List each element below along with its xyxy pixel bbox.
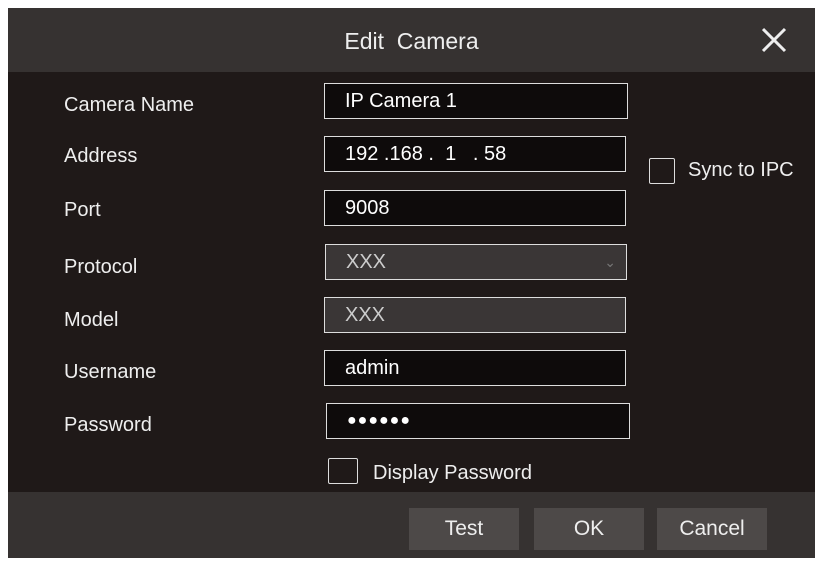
dialog-title: Edit Camera — [344, 28, 479, 54]
username-label: Username — [64, 361, 157, 383]
dialog-footer: Test OK Cancel — [8, 492, 815, 558]
address-input[interactable]: 192 .168 . 1 . 58 — [324, 136, 626, 172]
test-button[interactable]: Test — [409, 508, 519, 550]
password-input[interactable]: ●●●●●● — [326, 403, 630, 439]
address-label: Address — [64, 145, 138, 167]
sync-to-ipc-label: Sync to IPC — [688, 159, 794, 181]
protocol-label: Protocol — [64, 256, 138, 278]
port-input[interactable]: 9008 — [324, 190, 626, 226]
port-label: Port — [64, 199, 101, 221]
camera-name-label: Camera Name — [64, 94, 195, 116]
dialog-title-bar: Edit Camera — [8, 8, 815, 72]
protocol-select[interactable]: XXX ⌄ — [325, 244, 627, 280]
chevron-down-icon: ⌄ — [604, 254, 616, 270]
display-password-label: Display Password — [373, 462, 532, 484]
camera-name-input[interactable]: IP Camera 1 — [324, 83, 628, 119]
ok-button[interactable]: OK — [534, 508, 644, 550]
cancel-button[interactable]: Cancel — [657, 508, 767, 550]
username-input[interactable]: admin — [324, 350, 626, 386]
sync-to-ipc-checkbox[interactable] — [649, 158, 675, 184]
password-label: Password — [64, 414, 152, 436]
protocol-value: XXX — [346, 251, 387, 273]
display-password-checkbox[interactable] — [328, 458, 358, 484]
edit-camera-dialog: Edit Camera Camera Name IP Camera 1 Addr… — [8, 8, 815, 558]
close-icon[interactable] — [761, 27, 787, 53]
model-label: Model — [64, 309, 119, 331]
model-input: XXX — [324, 297, 626, 333]
